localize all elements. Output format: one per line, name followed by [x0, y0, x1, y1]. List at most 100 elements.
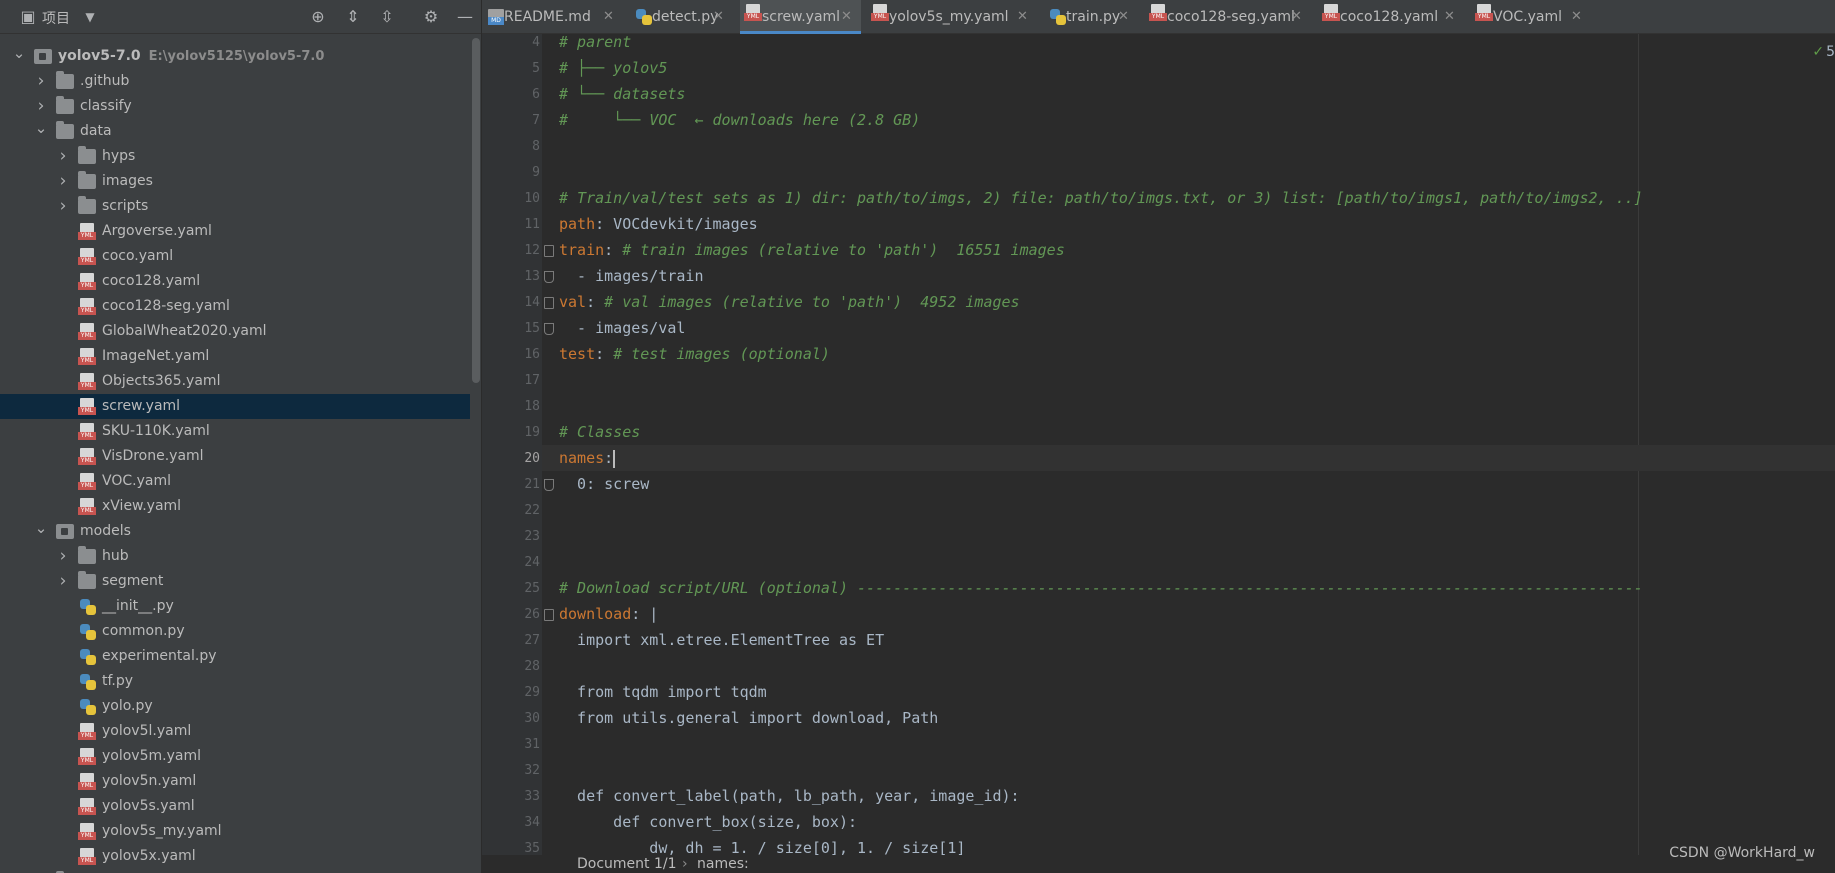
code-line[interactable]: import xml.etree.ElementTree as ET — [559, 627, 884, 653]
tree-item[interactable]: Objects365.yaml — [0, 369, 470, 394]
tree-item[interactable]: __init__.py — [0, 594, 470, 619]
tab-detect-py[interactable]: detect.py ✕ — [630, 0, 733, 34]
code-line[interactable]: # └── VOC ← downloads here (2.8 GB) — [559, 107, 920, 133]
code-line[interactable]: def convert_box(size, box): — [559, 809, 857, 835]
tree-item[interactable]: yolov5l.yaml — [0, 719, 470, 744]
chevron-right-icon[interactable]: › — [56, 194, 70, 219]
code-line[interactable]: from utils.general import download, Path — [559, 705, 938, 731]
project-panel-title[interactable]: 项目 — [42, 8, 70, 28]
chevron-right-icon[interactable]: › — [34, 94, 48, 119]
fold-start-marker[interactable] — [544, 609, 554, 621]
code-line[interactable]: - images/val — [559, 315, 685, 341]
code-line[interactable]: # └── datasets — [559, 81, 685, 107]
code-line[interactable]: test: # test images (optional) — [559, 341, 830, 367]
code-line[interactable]: # ├── yolov5 — [559, 55, 667, 81]
tree-scrollbar-thumb[interactable] — [472, 38, 480, 383]
tree-item[interactable]: tf.py — [0, 669, 470, 694]
tree-item[interactable]: › hub — [0, 544, 470, 569]
tree-item[interactable]: ⌄ data — [0, 119, 470, 144]
dropdown-icon[interactable]: ▼ — [80, 7, 100, 27]
close-tab-icon[interactable]: ✕ — [1017, 0, 1028, 34]
tree-item[interactable]: ⌄ yolov5-7.0 E:\yolov5125\yolov5-7.0 — [0, 44, 470, 69]
chevron-right-icon[interactable]: › — [56, 169, 70, 194]
code-line[interactable]: def convert_label(path, lb_path, year, i… — [559, 783, 1020, 809]
tab-coco128-seg-yaml[interactable]: coco128-seg.yaml✕ — [1145, 0, 1311, 34]
inspection-widget[interactable]: ✓ 5 — [1812, 44, 1835, 60]
tree-item[interactable]: SKU-110K.yaml — [0, 419, 470, 444]
chevron-right-icon[interactable]: › — [56, 144, 70, 169]
close-tab-icon[interactable]: ✕ — [1118, 0, 1129, 34]
tree-item[interactable]: yolov5x.yaml — [0, 844, 470, 869]
tree-item[interactable]: coco128-seg.yaml — [0, 294, 470, 319]
tree-item[interactable]: yolov5m.yaml — [0, 744, 470, 769]
tree-item[interactable]: coco128.yaml — [0, 269, 470, 294]
fold-start-marker[interactable] — [544, 297, 554, 309]
code-line[interactable]: download: | — [559, 601, 658, 627]
tree-item[interactable]: xView.yaml — [0, 494, 470, 519]
breadcrumb-node[interactable]: names: — [697, 855, 749, 873]
tree-item[interactable]: VisDrone.yaml — [0, 444, 470, 469]
close-tab-icon[interactable]: ✕ — [841, 0, 852, 34]
close-tab-icon[interactable]: ✕ — [1444, 0, 1455, 34]
fold-end-marker[interactable] — [544, 479, 554, 491]
code-line[interactable]: path: VOCdevkit/images — [559, 211, 758, 237]
code-line[interactable]: # Download script/URL (optional) -------… — [559, 575, 1643, 601]
locate-icon[interactable]: ⊕ — [308, 7, 328, 27]
tab-yolov5s-my-yaml[interactable]: yolov5s_my.yaml ✕ — [867, 0, 1037, 34]
gear-icon[interactable]: ⚙ — [421, 7, 441, 27]
minimize-icon[interactable]: — — [455, 7, 475, 27]
project-view-icon[interactable]: ▣ — [18, 7, 38, 27]
tree-item[interactable]: Argoverse.yaml — [0, 219, 470, 244]
tree-item[interactable]: › scripts — [0, 194, 470, 219]
tree-item[interactable]: screw.yaml — [0, 394, 470, 419]
tab-train-py[interactable]: train.py ✕ — [1044, 0, 1138, 34]
code-line[interactable]: names: — [559, 445, 616, 471]
code-line[interactable]: val: # val images (relative to 'path') 4… — [559, 289, 1020, 315]
code-line[interactable]: 0: screw — [559, 471, 649, 497]
fold-end-marker[interactable] — [544, 271, 554, 283]
close-tab-icon[interactable]: ✕ — [1571, 0, 1582, 34]
code-editor[interactable]: 4 5 6 7 8 9 10 11 12 13 14 15 16 17 18 19 20 21 22 23 24 25 26… — [482, 34, 1835, 873]
collapse-all-icon[interactable]: ⇳ — [377, 7, 397, 27]
tree-item[interactable]: › runs — [0, 869, 470, 873]
chevron-down-icon[interactable]: ⌄ — [12, 44, 26, 62]
close-tab-icon[interactable]: ✕ — [713, 0, 724, 34]
tree-item[interactable]: › images — [0, 169, 470, 194]
code-line[interactable]: - images/train — [559, 263, 703, 289]
tree-item[interactable]: › hyps — [0, 144, 470, 169]
breadcrumb-document[interactable]: Document 1/1 — [577, 855, 677, 873]
fold-start-marker[interactable] — [544, 245, 554, 257]
tree-item[interactable]: yolov5n.yaml — [0, 769, 470, 794]
tree-item[interactable]: yolov5s_my.yaml — [0, 819, 470, 844]
code-line[interactable]: train: # train images (relative to 'path… — [559, 237, 1065, 263]
tree-item[interactable]: coco.yaml — [0, 244, 470, 269]
chevron-right-icon[interactable]: › — [56, 569, 70, 594]
tree-item[interactable]: VOC.yaml — [0, 469, 470, 494]
chevron-right-icon[interactable]: › — [34, 69, 48, 94]
tree-item[interactable]: GlobalWheat2020.yaml — [0, 319, 470, 344]
chevron-right-icon[interactable]: › — [56, 544, 70, 569]
code-line[interactable]: from tqdm import tqdm — [559, 679, 767, 705]
tab-screw-yaml[interactable]: screw.yaml✕ — [740, 0, 861, 34]
code-line[interactable]: # Train/val/test sets as 1) dir: path/to… — [559, 185, 1643, 211]
tree-item[interactable]: yolov5s.yaml — [0, 794, 470, 819]
code-line[interactable]: # parent — [559, 34, 631, 55]
tree-item[interactable]: experimental.py — [0, 644, 470, 669]
chevron-down-icon[interactable]: ⌄ — [34, 119, 48, 137]
tab-voc-yaml[interactable]: VOC.yaml ✕ — [1471, 0, 1591, 34]
tree-item[interactable]: › .github — [0, 69, 470, 94]
chevron-down-icon[interactable]: ⌄ — [34, 519, 48, 537]
close-tab-icon[interactable]: ✕ — [1291, 0, 1302, 34]
expand-all-icon[interactable]: ⇕ — [343, 7, 363, 27]
tree-item[interactable]: › segment — [0, 569, 470, 594]
chevron-right-icon[interactable]: › — [34, 869, 48, 873]
tree-item[interactable]: ImageNet.yaml — [0, 344, 470, 369]
close-tab-icon[interactable]: ✕ — [603, 0, 614, 34]
tree-item[interactable]: common.py — [0, 619, 470, 644]
tab-readme-md[interactable]: README.md ✕ — [482, 0, 623, 34]
tree-item[interactable]: yolo.py — [0, 694, 470, 719]
tree-item[interactable]: ⌄ models — [0, 519, 470, 544]
tab-coco128-yaml[interactable]: coco128.yaml ✕ — [1318, 0, 1464, 34]
fold-end-marker[interactable] — [544, 323, 554, 335]
code-line[interactable]: # Classes — [559, 419, 640, 445]
